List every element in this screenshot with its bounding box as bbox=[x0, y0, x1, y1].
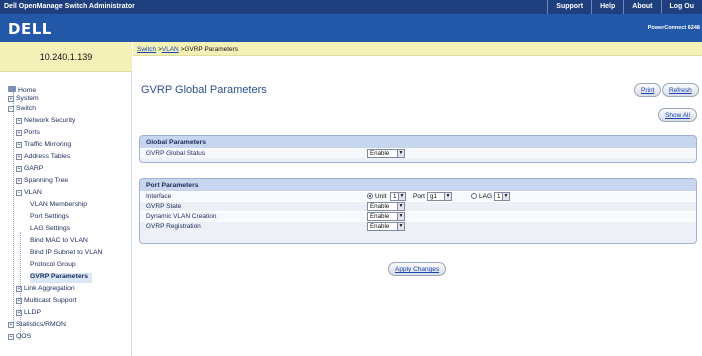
row-gvrp-state: GVRP State Enable ▼ bbox=[140, 201, 696, 211]
top-links: Support Help About Log Ou bbox=[547, 0, 702, 14]
lag-select[interactable]: 1 ▼ bbox=[494, 192, 510, 201]
sidebar: 10.240.1.139 Home + System − Switch + Netwo… bbox=[0, 42, 132, 356]
expand-icon[interactable]: + bbox=[16, 142, 22, 148]
breadcrumb-vlan[interactable]: VLAN bbox=[162, 46, 179, 53]
nav-item-lldp[interactable]: + LLDP bbox=[16, 309, 41, 319]
field-label: GVRP Registration bbox=[146, 223, 201, 230]
chevron-down-icon: ▼ bbox=[398, 193, 405, 200]
global-parameters-panel: Global Parameters GVRP Global Status Ena… bbox=[139, 135, 697, 163]
nav-item-multicast-support[interactable]: + Multicast Support bbox=[16, 297, 77, 307]
breadcrumb-switch[interactable]: Switch bbox=[137, 46, 156, 53]
nav-item-traffic-mirroring[interactable]: + Traffic Mirroring bbox=[16, 141, 71, 151]
model-name: PowerConnect 6248 bbox=[647, 25, 700, 31]
row-dynamic-vlan-creation: Dynamic VLAN Creation Enable ▼ bbox=[140, 211, 696, 221]
panel-heading: Port Parameters bbox=[140, 179, 696, 191]
port-parameters-panel: Port Parameters Interface Unit 1 ▼ Port … bbox=[139, 178, 697, 244]
panel-heading: Global Parameters bbox=[140, 136, 696, 148]
nav-item-system[interactable]: + System bbox=[8, 95, 39, 105]
chevron-down-icon: ▼ bbox=[444, 193, 451, 200]
nav-item-switch[interactable]: − Switch bbox=[8, 105, 36, 115]
nav-item-lag-settings[interactable]: LAG Settings bbox=[30, 225, 70, 235]
dell-logo: DELL bbox=[8, 20, 52, 38]
gvrp-state-select[interactable]: Enable ▼ bbox=[367, 202, 405, 211]
chevron-down-icon: ▼ bbox=[397, 223, 404, 230]
row-gvrp-registration: GVRP Registration Enable ▼ bbox=[140, 221, 696, 231]
nav-item-network-security[interactable]: + Network Security bbox=[16, 117, 75, 127]
nav-item-port-settings[interactable]: Port Settings bbox=[30, 213, 69, 223]
expand-icon[interactable]: + bbox=[8, 334, 14, 340]
support-link[interactable]: Support bbox=[547, 0, 591, 14]
nav-item-address-tables[interactable]: + Address Tables bbox=[16, 153, 70, 163]
field-label: GVRP Global Status bbox=[146, 150, 206, 157]
expand-icon[interactable]: + bbox=[16, 178, 22, 184]
field-label: Interface bbox=[146, 193, 172, 200]
nav-item-vlan-membership[interactable]: VLAN Membership bbox=[30, 201, 87, 211]
show-all-button[interactable]: Show All bbox=[658, 108, 697, 122]
tree-guide-line bbox=[13, 92, 14, 326]
expand-icon[interactable]: + bbox=[16, 118, 22, 124]
nav-item-spanning-tree[interactable]: + Spanning Tree bbox=[16, 177, 68, 187]
page-title: GVRP Global Parameters bbox=[141, 84, 267, 96]
nav-item-gvrp-parameters[interactable]: GVRP Parameters bbox=[30, 273, 93, 283]
unit-select[interactable]: 1 ▼ bbox=[390, 192, 406, 201]
nav-item-bind-mac-to-vlan[interactable]: Bind MAC to VLAN bbox=[30, 237, 88, 247]
gvrp-registration-select[interactable]: Enable ▼ bbox=[367, 222, 405, 231]
nav-item-protocol-group[interactable]: Protocol Group bbox=[30, 261, 76, 271]
unit-label: Unit bbox=[375, 193, 387, 200]
expand-icon[interactable]: + bbox=[16, 286, 22, 292]
expand-icon[interactable]: + bbox=[8, 322, 14, 328]
breadcrumb: Switch >VLAN >GVRP Parameters bbox=[133, 42, 702, 56]
app-title: Dell OpenManage Switch Administrator bbox=[4, 3, 135, 10]
device-ip: 10.240.1.139 bbox=[0, 42, 132, 72]
nav-item-bind-ip-subnet-to-vlan[interactable]: Bind IP Subnet to VLAN bbox=[30, 249, 102, 259]
gvrp-global-status-select[interactable]: Enable ▼ bbox=[367, 149, 405, 158]
expand-icon[interactable]: + bbox=[8, 96, 14, 102]
expand-icon[interactable]: + bbox=[16, 166, 22, 172]
logout-link[interactable]: Log Ou bbox=[660, 0, 702, 14]
refresh-button[interactable]: Refresh bbox=[662, 83, 699, 97]
top-bar: Dell OpenManage Switch Administrator Sup… bbox=[0, 0, 702, 14]
brand-bar: DELL PowerConnect 6248 bbox=[0, 14, 702, 42]
nav-item-qos[interactable]: + QOS bbox=[8, 333, 31, 343]
field-label: Dynamic VLAN Creation bbox=[146, 213, 217, 220]
lag-radio[interactable] bbox=[471, 193, 477, 199]
apply-changes-button[interactable]: Apply Changes bbox=[388, 262, 447, 276]
home-folder-icon bbox=[8, 86, 16, 92]
chevron-down-icon: ▼ bbox=[397, 150, 404, 157]
field-label: GVRP State bbox=[146, 203, 182, 210]
row-gvrp-global-status: GVRP Global Status Enable ▼ bbox=[140, 148, 696, 158]
chevron-down-icon: ▼ bbox=[502, 193, 509, 200]
nav-item-ports[interactable]: + Ports bbox=[16, 129, 40, 139]
nav-item-vlan[interactable]: − VLAN bbox=[16, 189, 42, 199]
nav-item-statistics-rmon[interactable]: + Statistics/RMON bbox=[8, 321, 66, 331]
chevron-down-icon: ▼ bbox=[397, 213, 404, 220]
port-select[interactable]: g1 ▼ bbox=[427, 192, 452, 201]
print-button[interactable]: Print bbox=[634, 83, 662, 97]
nav-item-garp[interactable]: + GARP bbox=[16, 165, 43, 175]
dynamic-vlan-creation-select[interactable]: Enable ▼ bbox=[367, 212, 405, 221]
row-interface: Interface Unit 1 ▼ Port g1 ▼ LAG 1 ▼ bbox=[140, 191, 696, 201]
expand-icon[interactable]: + bbox=[16, 298, 22, 304]
collapse-icon[interactable]: − bbox=[16, 190, 22, 196]
expand-icon[interactable]: + bbox=[16, 130, 22, 136]
nav-item-link-aggregation[interactable]: + Link Aggregation bbox=[16, 285, 75, 295]
about-link[interactable]: About bbox=[623, 0, 660, 14]
expand-icon[interactable]: + bbox=[16, 310, 22, 316]
port-label: Port bbox=[413, 193, 425, 200]
chevron-down-icon: ▼ bbox=[397, 203, 404, 210]
breadcrumb-current: >GVRP Parameters bbox=[178, 46, 239, 53]
collapse-icon[interactable]: − bbox=[8, 106, 14, 112]
expand-icon[interactable]: + bbox=[16, 154, 22, 160]
lag-label: LAG bbox=[479, 193, 493, 200]
unit-radio[interactable] bbox=[367, 193, 373, 199]
help-link[interactable]: Help bbox=[591, 0, 623, 14]
